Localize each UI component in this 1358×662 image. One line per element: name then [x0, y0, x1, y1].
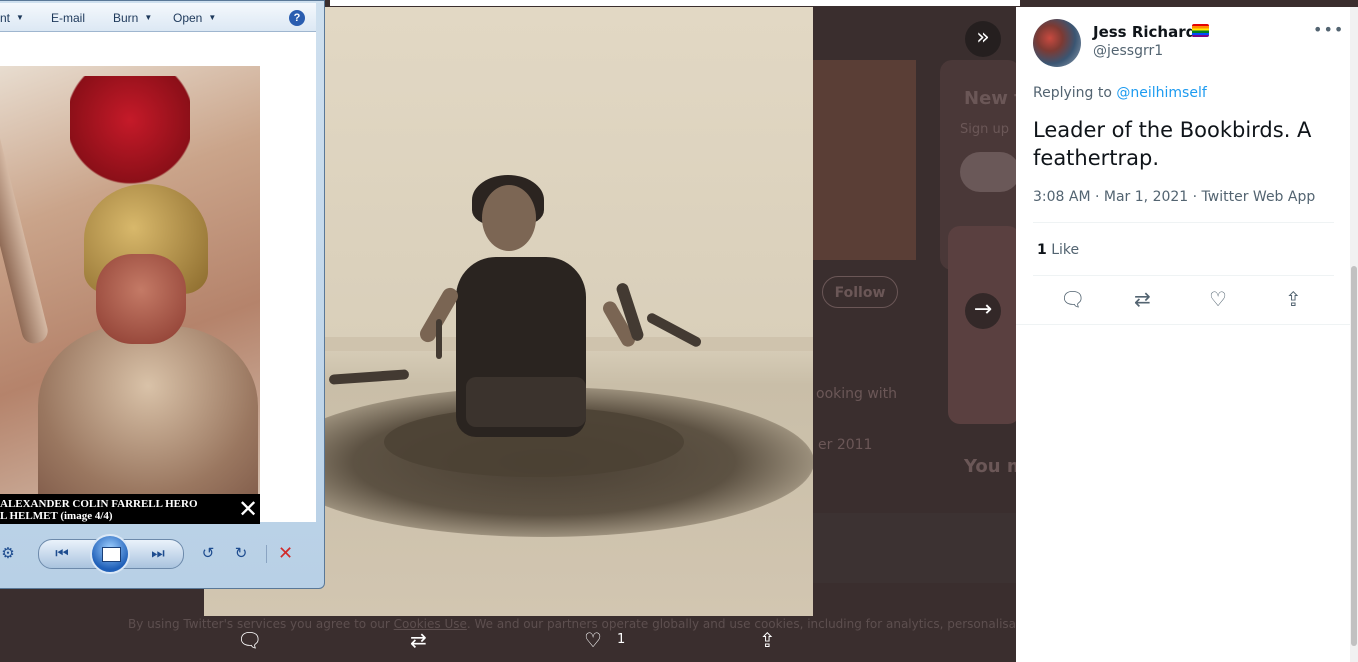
replying-to-link[interactable]: @neilhimself — [1116, 85, 1206, 101]
image-caption: ALEXANDER COLIN FARRELL HERO L HELMET (i… — [0, 498, 198, 522]
toolbar-divider — [266, 545, 267, 563]
next-icon[interactable]: ⏭ — [148, 545, 168, 561]
retweet-icon[interactable]: ⇄ — [1134, 288, 1151, 310]
photo-viewer-menubar: nt ▼ E-mail Burn ▼ Open ▼ ? — [0, 3, 316, 32]
image-face — [96, 254, 186, 344]
tweet-panel — [1016, 7, 1350, 662]
media-retweet-icon[interactable]: ⇄ — [410, 629, 427, 651]
backdrop-top-strip — [330, 0, 1020, 6]
rainbow-flag-icon — [1192, 24, 1209, 37]
scrollbar-thumb[interactable] — [1351, 266, 1357, 646]
menu-open[interactable]: Open ▼ — [173, 11, 216, 25]
menu-email[interactable]: E-mail — [51, 11, 85, 25]
viewer-image — [0, 66, 260, 522]
tweet-timestamp[interactable]: 3:08 AM · Mar 1, 2021 · Twitter Web App — [1033, 189, 1315, 205]
rotate-right-icon[interactable]: ↻ — [231, 545, 251, 561]
more-icon[interactable]: ••• — [1313, 20, 1344, 39]
divider — [1033, 222, 1334, 223]
backdrop-band — [812, 513, 1016, 583]
media-share-icon[interactable]: ⇪ — [759, 629, 776, 651]
backdrop-follow-button: Follow — [822, 276, 898, 308]
share-icon[interactable]: ⇪ — [1285, 288, 1302, 310]
slideshow-icon — [102, 547, 121, 562]
chevron-down-icon: ▼ — [144, 13, 153, 22]
likes-summary[interactable]: 1 Like — [1037, 242, 1079, 258]
close-icon[interactable]: ✕ — [236, 497, 260, 521]
avatar[interactable] — [1033, 19, 1081, 67]
reply-icon[interactable]: 🗨 — [1060, 288, 1085, 310]
chevron-down-icon: ▼ — [208, 13, 217, 22]
tweet-text: Leader of the Bookbirds. A feathertrap. — [1033, 118, 1312, 170]
image-armor — [38, 326, 258, 522]
display-name[interactable]: Jess Richards — [1093, 23, 1205, 41]
user-handle[interactable]: @jessgrr1 — [1093, 43, 1163, 59]
photo-viewer-window: nt ▼ E-mail Burn ▼ Open ▼ ? ALEXANDER COLIN… — [0, 0, 325, 589]
divider — [1033, 275, 1334, 276]
backdrop-date-text: er 2011 — [818, 437, 873, 453]
divider — [1016, 324, 1350, 325]
zoom-icon[interactable]: ⚙ — [0, 545, 18, 561]
heart-icon[interactable]: ♡ — [1209, 288, 1227, 310]
menu-burn[interactable]: Burn ▼ — [113, 11, 152, 25]
delete-icon[interactable]: ✕ — [278, 543, 293, 564]
replying-to: Replying to @neilhimself — [1033, 85, 1207, 101]
chevrons-right-icon: » — [976, 25, 990, 50]
photo-person-head — [482, 185, 536, 251]
menu-print[interactable]: nt ▼ — [0, 11, 24, 25]
media-reply-icon[interactable]: 🗨 — [237, 629, 262, 651]
slideshow-button[interactable] — [90, 534, 130, 574]
collapse-panel-button[interactable]: » — [965, 21, 1001, 57]
backdrop-new-heading: New t — [964, 88, 1023, 109]
backdrop-pill-button — [960, 152, 1020, 192]
photo-shear-blade-left — [328, 369, 410, 385]
next-image-button[interactable]: → — [965, 293, 1001, 329]
image-sword — [0, 126, 51, 346]
rotate-left-icon[interactable]: ↺ — [198, 545, 218, 561]
photo-viewer-canvas — [0, 32, 316, 522]
chevron-down-icon: ▼ — [16, 13, 24, 22]
backdrop-bio-text: ooking with — [816, 386, 898, 402]
backdrop-signup-hint: Sign up — [960, 122, 1009, 137]
image-plume — [70, 76, 190, 186]
photo-person-skirt — [466, 377, 586, 427]
backdrop-book-cover — [812, 60, 916, 260]
help-icon[interactable]: ? — [289, 10, 305, 26]
image-caption-box: ALEXANDER COLIN FARRELL HERO L HELMET (i… — [0, 494, 260, 524]
previous-icon[interactable]: ⏮ — [52, 545, 72, 561]
media-like-count: 1 — [617, 632, 626, 647]
arrow-right-icon: → — [973, 297, 993, 322]
media-action-bar — [0, 625, 1016, 662]
media-heart-icon[interactable]: ♡ — [584, 629, 602, 651]
photo-shear-handle-left — [436, 319, 442, 359]
